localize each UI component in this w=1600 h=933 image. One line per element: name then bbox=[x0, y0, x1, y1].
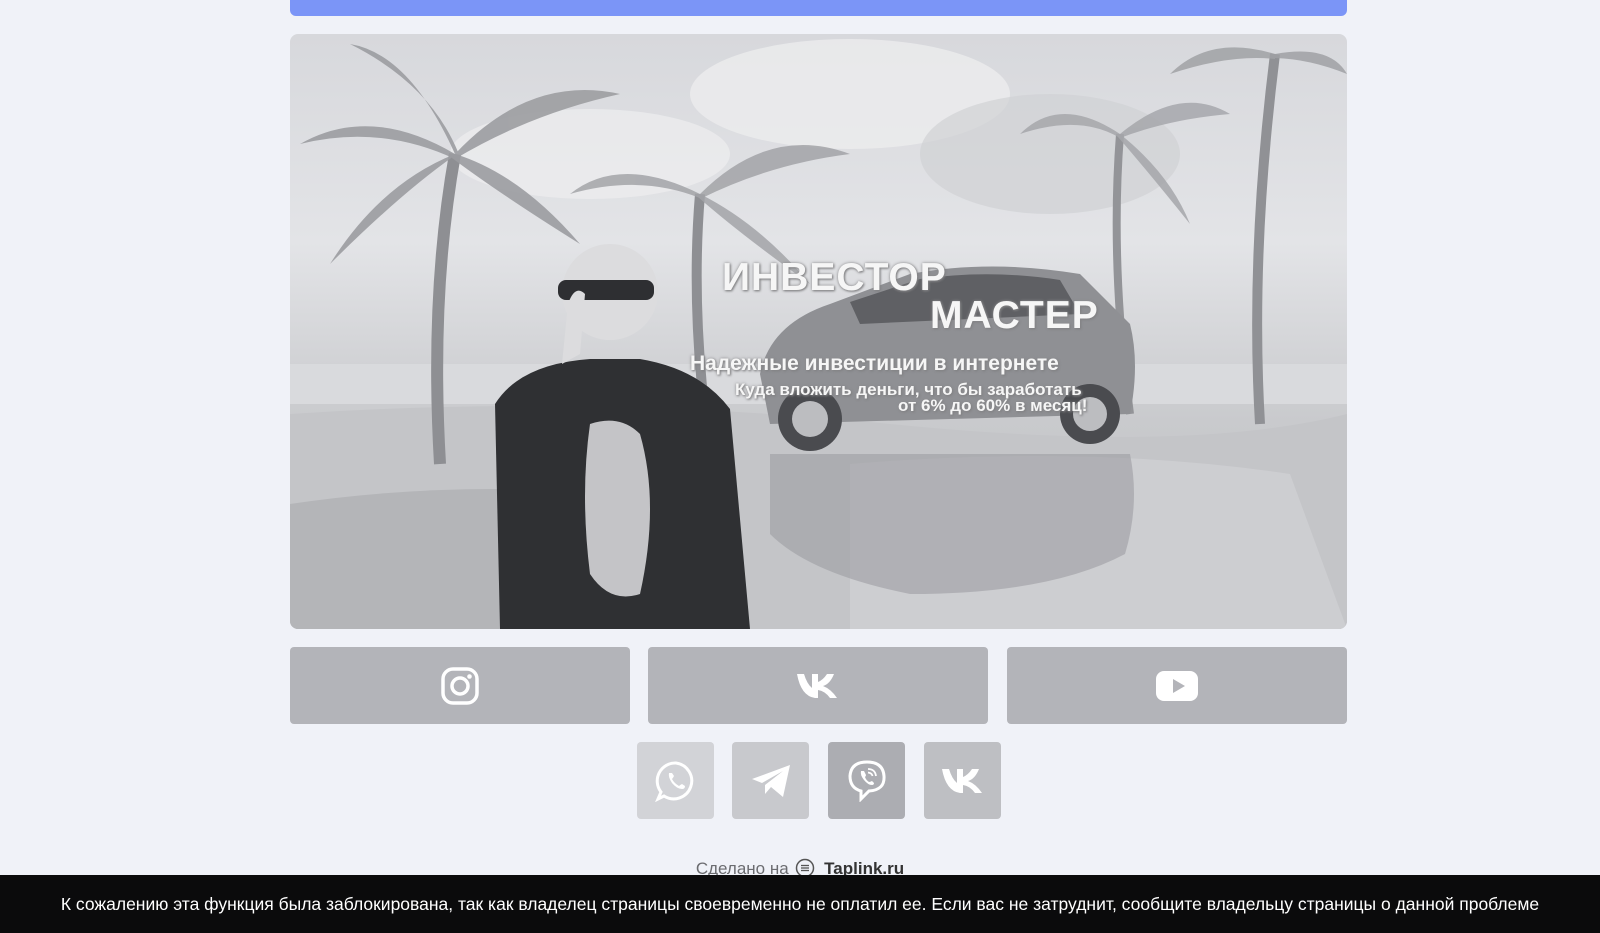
banner-subtitle: Надежные инвестиции в интернете bbox=[690, 352, 1059, 375]
instagram-button[interactable] bbox=[290, 647, 630, 724]
vk-messenger-button[interactable] bbox=[924, 742, 1001, 819]
vk-icon bbox=[941, 768, 982, 793]
vk-icon bbox=[797, 673, 837, 698]
social-buttons bbox=[290, 647, 1347, 724]
blocked-feature-notice: К сожалению эта функция была заблокирова… bbox=[0, 875, 1600, 933]
telegram-icon bbox=[751, 764, 790, 797]
banner-title-line1: ИНВЕСТОР bbox=[722, 256, 947, 299]
banner-text: ИНВЕСТОР МАСТЕР Надежные инвестиции в ин… bbox=[290, 34, 1347, 629]
whatsapp-button[interactable] bbox=[637, 742, 714, 819]
viber-button[interactable] bbox=[828, 742, 905, 819]
notice-text: К сожалению эта функция была заблокирова… bbox=[60, 893, 1540, 914]
telegram-button[interactable] bbox=[732, 742, 809, 819]
viber-icon bbox=[847, 759, 886, 802]
banner-tagline-2: от 6% до 60% в месяц! bbox=[898, 396, 1088, 415]
youtube-button[interactable] bbox=[1007, 647, 1347, 724]
whatsapp-icon bbox=[654, 760, 693, 802]
banner-image: ИНВЕСТОР МАСТЕР Надежные инвестиции в ин… bbox=[290, 34, 1347, 629]
top-accent-bar bbox=[290, 0, 1347, 16]
messenger-buttons bbox=[637, 742, 1002, 819]
youtube-icon bbox=[1156, 670, 1198, 701]
banner-title-line2: МАСТЕР bbox=[930, 294, 1099, 337]
vk-button[interactable] bbox=[648, 647, 988, 724]
instagram-icon bbox=[441, 666, 479, 705]
